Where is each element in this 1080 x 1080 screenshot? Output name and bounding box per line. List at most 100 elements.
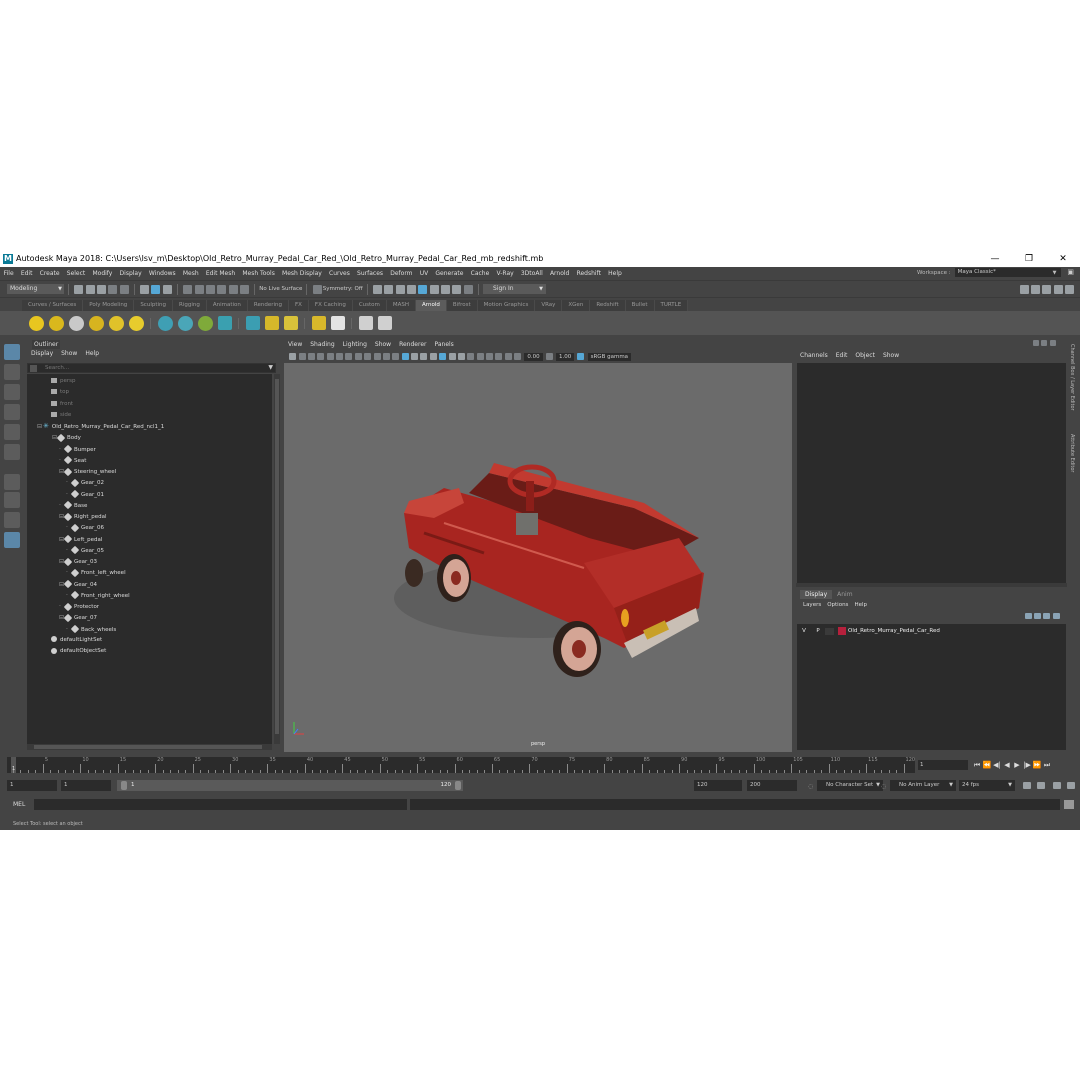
animation-start-field[interactable]: 1 xyxy=(7,780,57,791)
shelf-tab-poly-modeling[interactable]: Poly Modeling xyxy=(83,300,135,311)
menu-generate[interactable]: Generate xyxy=(432,270,467,277)
script-language-toggle[interactable]: MEL xyxy=(6,799,32,810)
pause-icon[interactable] xyxy=(463,284,473,294)
menu-windows[interactable]: Windows xyxy=(145,270,179,277)
arnold-render-view-icon[interactable] xyxy=(217,316,232,330)
layer-display-type[interactable] xyxy=(825,627,834,635)
use-all-lights-icon[interactable] xyxy=(420,353,428,360)
outliner-item[interactable]: ⊟✳ Old_Retro_Murray_Pedal_Car_Red_ncl1_1 xyxy=(37,421,164,432)
outliner-item[interactable]: ⊟ Body xyxy=(52,432,81,443)
layer-menu-help[interactable]: Help xyxy=(851,601,870,610)
arnold-photometric-light-icon[interactable] xyxy=(68,315,84,331)
shelf-tab-turtle[interactable]: TURTLE xyxy=(654,300,689,311)
snap-view-icon[interactable] xyxy=(228,284,238,294)
outliner-horizontal-scrollbar[interactable] xyxy=(27,744,272,750)
shelf-tab-rendering[interactable]: Rendering xyxy=(247,300,289,311)
wireframe-icon[interactable] xyxy=(392,353,400,360)
auto-key-icon[interactable] xyxy=(1037,782,1046,789)
side-tab-channel-box[interactable]: Channel Box / Layer Editor xyxy=(1069,344,1075,411)
menu-deform[interactable]: Deform xyxy=(387,270,417,277)
outliner-item[interactable]: persp xyxy=(45,376,76,387)
loop-icon[interactable] xyxy=(1023,782,1032,789)
arnold-render-sequence-icon[interactable] xyxy=(358,316,373,330)
shelf-tab-vray[interactable]: VRay xyxy=(535,300,563,311)
viewport-menu-panels[interactable]: Panels xyxy=(430,340,457,350)
settings-icon[interactable] xyxy=(1041,340,1048,346)
arnold-curve-collector-icon[interactable] xyxy=(197,315,213,331)
image-plane-icon[interactable] xyxy=(317,353,325,360)
play-forwards-icon[interactable]: ▶ xyxy=(1012,761,1022,770)
move-tool-icon[interactable] xyxy=(4,404,20,420)
channel-box-menu-edit[interactable]: Edit xyxy=(832,351,852,361)
shelf-tab-motion-graphics[interactable]: Motion Graphics xyxy=(477,300,536,311)
scrollbar-thumb[interactable] xyxy=(275,379,279,734)
time-slider-track[interactable]: 1 5 10 15 20 25 30 35 40 45 50 55 60 65 70 75 80 85 90 95 1… xyxy=(7,757,915,773)
shelf-tab-mash[interactable]: MASH xyxy=(386,300,417,311)
filter-icon[interactable] xyxy=(30,365,37,372)
save-scene-icon[interactable] xyxy=(96,284,106,294)
viewport-scene[interactable]: persp xyxy=(284,363,792,752)
outliner-item[interactable]: front xyxy=(45,399,73,410)
menu-mesh[interactable]: Mesh xyxy=(179,270,202,277)
menu-edit-mesh[interactable]: Edit Mesh xyxy=(202,270,239,277)
render-settings-icon[interactable] xyxy=(395,284,405,294)
script-editor-icon[interactable] xyxy=(1064,800,1074,809)
arnold-light-portal-icon[interactable] xyxy=(108,315,124,331)
outliner-item[interactable]: · Seat xyxy=(59,455,86,466)
live-surface-field[interactable]: No Live Surface xyxy=(259,286,302,292)
viewport-menu-renderer[interactable]: Renderer xyxy=(395,340,430,350)
outliner-item[interactable]: defaultLightSet xyxy=(45,635,102,646)
step-forward-frame-icon[interactable]: |▶ xyxy=(1022,761,1032,770)
menu-redshift[interactable]: Redshift xyxy=(573,270,605,277)
four-view-icon[interactable] xyxy=(4,492,20,508)
outliner-item[interactable]: · Front_right_wheel xyxy=(66,590,130,601)
pin-icon[interactable] xyxy=(1033,340,1040,346)
outliner-item[interactable]: · Gear_06 xyxy=(66,522,104,533)
viewport-menu-view[interactable]: View xyxy=(284,340,306,350)
anim-layer-dropdown[interactable]: ◌ No Anim Layer ▼ xyxy=(881,780,956,791)
rotate-tool-icon[interactable] xyxy=(4,424,20,440)
side-tab-attribute-editor[interactable]: Attribute Editor xyxy=(1069,434,1075,472)
menu-mesh-tools[interactable]: Mesh Tools xyxy=(239,270,279,277)
outliner-item[interactable]: ⊟ Steering_wheel xyxy=(59,466,116,477)
outliner-item[interactable]: · Gear_01 xyxy=(66,489,104,500)
resolution-gate-icon[interactable] xyxy=(354,353,362,360)
arnold-skydome-light-icon[interactable] xyxy=(88,315,104,331)
animation-end-field[interactable]: 200 xyxy=(747,780,797,791)
shelf-tab-fx[interactable]: FX xyxy=(288,300,309,311)
menu-uv[interactable]: UV xyxy=(416,270,432,277)
shelf-tab-sculpting[interactable]: Sculpting xyxy=(134,300,173,311)
color-management-icon[interactable] xyxy=(577,353,585,360)
pedal-car-model[interactable] xyxy=(284,363,792,752)
modeling-toolkit-icon[interactable] xyxy=(1019,284,1029,294)
layer-menu-options[interactable]: Options xyxy=(824,601,851,610)
open-scene-icon[interactable] xyxy=(85,284,95,294)
symmetry-field[interactable]: Symmetry: Off xyxy=(323,286,363,292)
arnold-area-light-icon[interactable] xyxy=(28,315,44,331)
xray-components-icon[interactable] xyxy=(504,353,512,360)
go-to-start-icon[interactable]: ⏮ xyxy=(972,761,982,770)
field-chart-icon[interactable] xyxy=(373,353,381,360)
new-layer-from-selection-icon[interactable] xyxy=(1052,613,1060,619)
range-end-handle[interactable] xyxy=(455,781,461,790)
arnold-flush-cache-icon[interactable] xyxy=(283,316,298,330)
menu-3dtoall[interactable]: 3DtoAll xyxy=(517,270,546,277)
outliner-item[interactable]: · Front_left_wheel xyxy=(66,567,126,578)
gamma-field[interactable]: 1.00 xyxy=(556,352,575,361)
layer-menu-layers[interactable]: Layers xyxy=(800,601,824,610)
grease-pencil-icon[interactable] xyxy=(326,353,334,360)
move-layer-up-icon[interactable] xyxy=(1024,613,1032,619)
outliner-item[interactable]: defaultObjectSet xyxy=(45,646,106,657)
outliner-item[interactable]: ⊟ Right_pedal xyxy=(59,511,107,522)
channel-box-icon[interactable] xyxy=(1065,284,1074,294)
menu-v-ray[interactable]: V-Ray xyxy=(493,270,517,277)
isolate-select-icon[interactable] xyxy=(476,353,484,360)
redshift-render-icon[interactable] xyxy=(441,284,451,294)
outliner-item[interactable]: · Gear_02 xyxy=(66,477,104,488)
play-backwards-icon[interactable]: ◀ xyxy=(1002,761,1012,770)
workspace-selector[interactable]: Workspace : Maya Classic* ▼ xyxy=(917,268,1061,277)
select-hierarchy-icon[interactable] xyxy=(140,284,150,294)
close-button[interactable]: ✕ xyxy=(1046,254,1080,264)
menu-select[interactable]: Select xyxy=(63,270,89,277)
menu-curves[interactable]: Curves xyxy=(325,270,353,277)
